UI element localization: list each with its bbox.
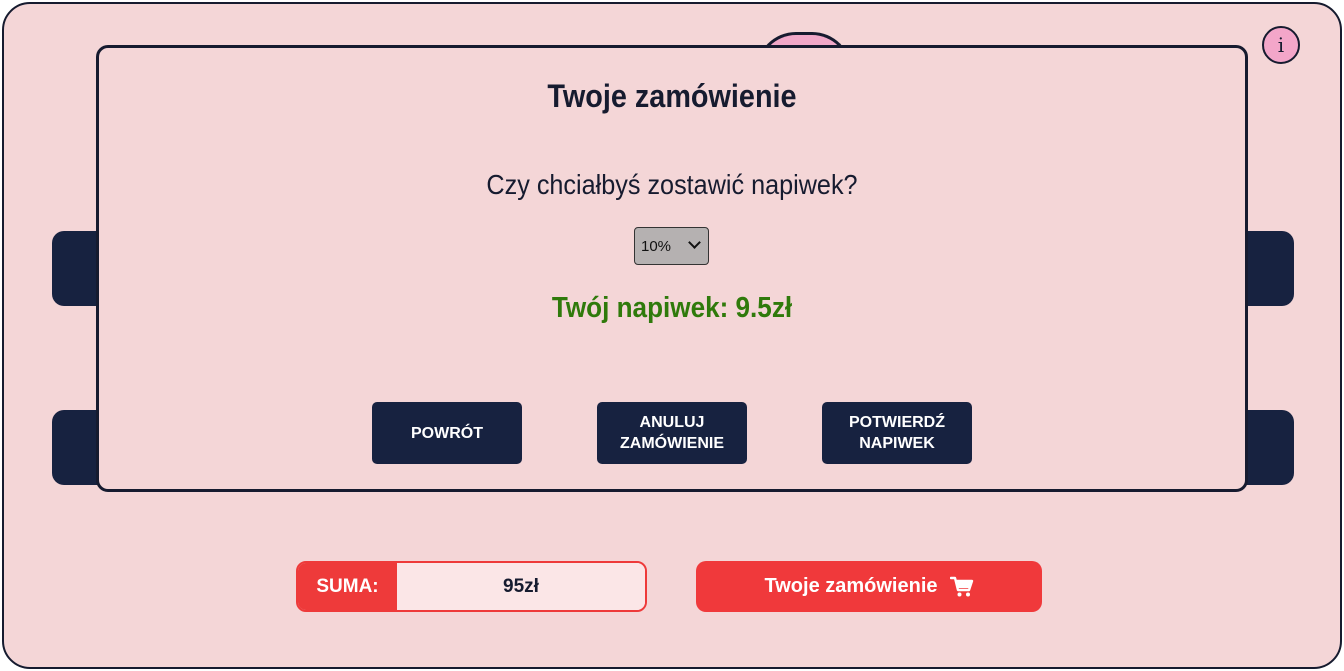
confirm-tip-button-label: POTWIERDŹ NAPIWEK xyxy=(849,412,945,454)
cancel-order-line-1: ANULUJ xyxy=(639,414,705,431)
tip-question: Czy chciałbyś zostawić napiwek? xyxy=(486,169,858,200)
chevron-down-icon xyxy=(688,236,701,249)
cancel-order-button-label: ANULUJ ZAMÓWIENIE xyxy=(620,412,724,454)
back-button[interactable]: POWRÓT xyxy=(372,402,522,464)
cancel-order-button[interactable]: ANULUJ ZAMÓWIENIE xyxy=(597,402,747,464)
info-icon: i xyxy=(1277,33,1285,57)
sum-label: SUMA: xyxy=(298,563,397,610)
confirm-tip-line-1: POTWIERDŹ xyxy=(849,414,945,431)
order-button-label: Twoje zamówienie xyxy=(764,575,938,597)
info-button[interactable]: i xyxy=(1262,26,1300,64)
modal-title: Twoje zamówienie xyxy=(547,78,797,114)
order-modal: Twoje zamówienie Czy chciałbyś zostawić … xyxy=(96,45,1248,492)
back-button-label: POWRÓT xyxy=(411,424,483,442)
confirm-tip-button[interactable]: POTWIERDŹ NAPIWEK xyxy=(822,402,972,464)
sum-box: SUMA: 95zł xyxy=(296,561,647,612)
order-button[interactable]: Twoje zamówienie xyxy=(696,561,1042,612)
confirm-tip-line-2: NAPIWEK xyxy=(859,435,935,452)
sum-value: 95zł xyxy=(397,563,645,610)
app-frame: i SUMA: 95zł Twoje zamówienie Twoje zamó… xyxy=(2,2,1342,669)
tip-percentage-select[interactable]: 10% xyxy=(634,227,709,265)
cancel-order-line-2: ZAMÓWIENIE xyxy=(620,435,724,452)
cart-icon xyxy=(949,576,974,598)
tip-amount: Twój napiwek: 9.5zł xyxy=(551,292,793,324)
tip-select-value: 10% xyxy=(641,237,672,255)
